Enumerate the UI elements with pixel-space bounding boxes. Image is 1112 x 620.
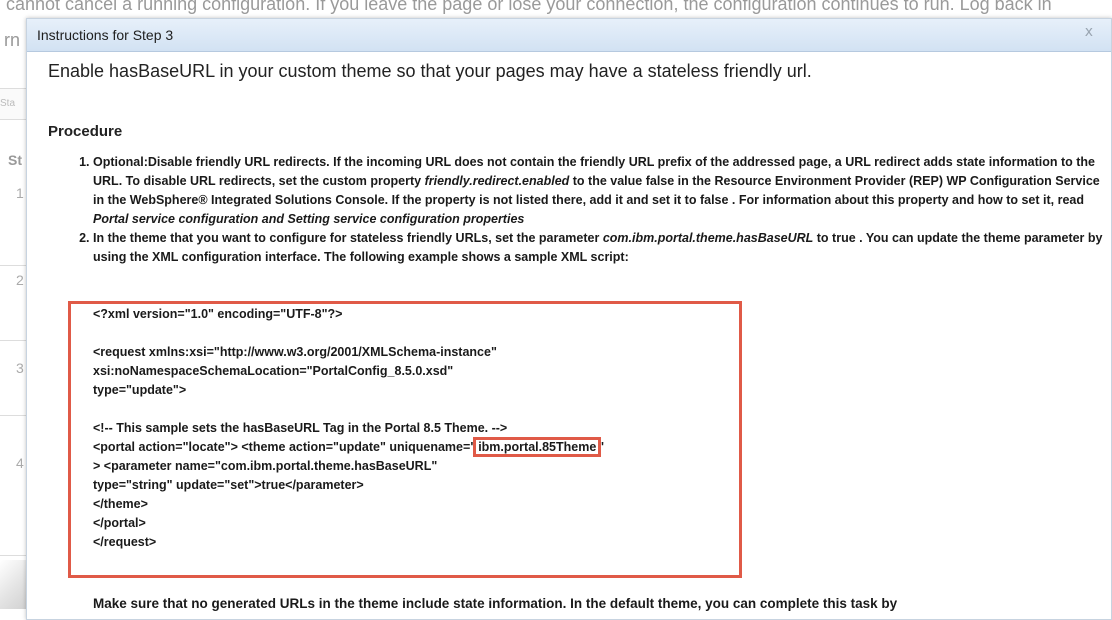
code-line: </theme> (93, 497, 148, 511)
code-line: <portal action="locate"> <theme action="… (93, 437, 733, 457)
code-line: <!-- This sample sets the hasBaseURL Tag… (93, 421, 508, 435)
background-top-text: cannot cancel a running configuration. I… (6, 0, 1052, 14)
dialog-intro: Enable hasBaseURL in your custom theme s… (48, 61, 812, 81)
code-line-post: " (598, 440, 605, 454)
procedure-steps: Optional:Disable friendly URL redirects.… (55, 153, 1108, 267)
code-line: > <parameter name="com.ibm.portal.theme.… (93, 459, 438, 473)
background-divider (0, 265, 26, 266)
background-row-number: 4 (16, 455, 24, 471)
procedure-heading: Procedure (48, 123, 123, 140)
dialog-title: Instructions for Step 3 (37, 27, 174, 43)
step1-reference-link[interactable]: Portal service configuration and Setting… (93, 212, 524, 226)
list-item: Optional:Disable friendly URL redirects.… (93, 153, 1108, 229)
instructions-dialog: Instructions for Step 3 x Enable hasBase… (26, 18, 1112, 620)
code-line: </portal> (93, 516, 146, 530)
background-row-number: 3 (16, 360, 24, 376)
code-line: <?xml version="1.0" encoding="UTF-8"?> (93, 307, 343, 321)
dialog-titlebar[interactable]: Instructions for Step 3 x (27, 19, 1111, 52)
step1-property: friendly.redirect.enabled (424, 174, 570, 188)
code-line: <request xmlns:xsi="http://www.w3.org/20… (93, 345, 497, 359)
list-item: In the theme that you want to configure … (93, 229, 1108, 267)
background-divider (0, 415, 26, 416)
xml-code-block: <?xml version="1.0" encoding="UTF-8"?> <… (93, 305, 733, 552)
step2-text: In the theme that you want to configure … (93, 231, 603, 245)
code-line: xsi:noNamespaceSchemaLocation="PortalCon… (93, 364, 454, 378)
close-icon[interactable]: x (1085, 24, 1093, 40)
step2-parameter: com.ibm.portal.theme.hasBaseURL (602, 231, 814, 245)
background-row-number: 1 (16, 185, 24, 201)
code-line: type="update"> (93, 383, 187, 397)
background-divider (0, 555, 26, 556)
background-divider (0, 340, 26, 341)
theme-name-highlight: ibm.portal.85Theme (473, 437, 602, 457)
code-line: </request> (93, 535, 157, 549)
code-line: type="string" update="set">true</paramet… (93, 478, 364, 492)
background-tab-fragment: Sta (0, 88, 29, 120)
background-row-number: 2 (16, 272, 24, 288)
code-line-pre: <portal action="locate"> <theme action="… (93, 440, 477, 454)
